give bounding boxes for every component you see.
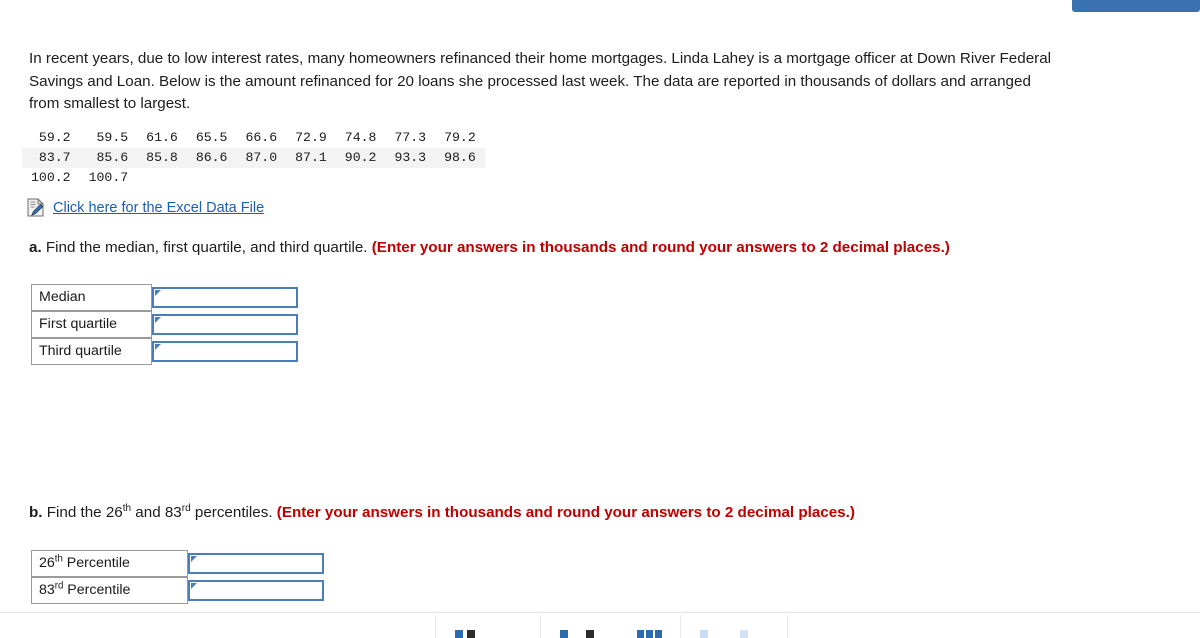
answers-a-body: Median First quartile Third quartile [31,284,298,365]
answers-table-a: Median First quartile Third quartile [31,284,298,365]
excel-data-file-link[interactable]: Click here for the Excel Data File [53,200,264,216]
data-cell [236,168,286,188]
answer-label-median: Median [31,284,152,311]
data-cell: 87.1 [286,148,336,168]
top-right-action-button[interactable] [1072,0,1200,12]
answer-label-first-quartile: First quartile [31,311,152,338]
data-cell: 59.2 [38,130,71,145]
data-values-body: 59.2 59.5 61.6 65.5 66.6 72.9 74.8 77.3 … [22,128,485,188]
percentile-suffix: th [54,553,63,565]
data-cell: 66.6 [245,130,278,145]
data-cell: 59.5 [96,130,129,145]
answer-input-cell-83rd-percentile [188,577,324,604]
question-b-text-2: and 83 [131,504,182,521]
data-cell: 98.6 [435,148,485,168]
answer-input-cell-first-quartile [152,311,298,338]
answer-field-26th-percentile[interactable] [190,555,322,572]
question-a: a. Find the median, first quartile, and … [29,237,950,258]
answer-input-cell-median [152,284,298,311]
percentile-word: Percentile [62,555,130,571]
answer-field-median[interactable] [154,289,296,306]
answer-label-83rd-percentile: 83rd Percentile [31,577,188,604]
data-cell [336,168,386,188]
data-cell: 100.2 [31,170,71,185]
answer-label-26th-percentile: 26th Percentile [31,550,188,577]
question-b: b. Find the 26th and 83rd percentiles. (… [29,502,855,523]
answer-input-cell-26th-percentile [188,550,324,577]
answer-label-third-quartile: Third quartile [31,338,152,365]
data-cell: 74.8 [344,130,377,145]
question-b-label: b. [29,504,43,521]
answer-field-first-quartile[interactable] [154,316,296,333]
question-b-text-1: Find the 26 [42,504,123,521]
question-b-sup-2: rd [181,502,191,514]
data-cell: 61.6 [146,130,178,145]
answers-b-body: 26th Percentile 83rd Percentile [31,550,324,604]
data-cell [286,168,336,188]
data-cell: 85.6 [79,148,138,168]
question-b-text-3: percentiles. [190,504,277,521]
answer-input-median[interactable] [152,287,298,308]
percentile-number: 83 [39,582,55,598]
table-row: 83.7 85.6 85.8 86.6 87.0 87.1 90.2 93.3 … [22,148,485,168]
data-cell: 83.7 [22,148,80,168]
data-cell: 93.3 [385,148,436,168]
data-cell: 72.9 [295,130,327,145]
data-cell: 90.2 [335,148,386,168]
answers-table-b: 26th Percentile 83rd Percentile [31,550,324,604]
table-row: Third quartile [31,338,298,365]
answer-input-cell-third-quartile [152,338,298,365]
percentile-number: 26 [39,555,55,571]
table-row: First quartile [31,311,298,338]
table-row: 59.2 59.5 61.6 65.5 66.6 72.9 74.8 77.3 … [22,128,485,148]
data-cell: 79.2 [444,130,476,145]
data-cell [435,168,485,188]
question-b-note: (Enter your answers in thousands and rou… [276,504,855,521]
answer-field-third-quartile[interactable] [154,343,296,360]
question-b-sup-1: th [122,502,132,514]
table-row: 83rd Percentile [31,577,324,604]
data-values-table: 59.2 59.5 61.6 65.5 66.6 72.9 74.8 77.3 … [22,128,485,188]
table-row: 26th Percentile [31,550,324,577]
data-cell: 65.5 [195,130,228,145]
answer-input-third-quartile[interactable] [152,341,298,362]
toolbar-separator-4 [787,615,788,638]
excel-data-file-row[interactable]: Click here for the Excel Data File [27,198,264,217]
data-cell: 100.7 [88,170,129,185]
excel-file-icon [27,198,44,217]
data-cell: 86.6 [186,148,237,168]
toolbar-separator-2 [540,615,541,638]
question-a-text: Find the median, first quartile, and thi… [41,239,372,256]
table-row: 100.2 100.7 [22,168,485,188]
data-cell [187,168,237,188]
answer-input-83rd-percentile[interactable] [188,580,324,601]
toolbar-separator-3 [680,615,681,638]
question-a-note: (Enter your answers in thousands and rou… [371,239,950,256]
data-cell [137,168,187,188]
table-row: Median [31,284,298,311]
problem-statement: In recent years, due to low interest rat… [29,50,1052,112]
question-a-label: a. [29,239,42,256]
toolbar-separator-1 [435,615,436,638]
answer-field-83rd-percentile[interactable] [190,582,322,599]
data-cell: 87.0 [236,148,287,168]
data-cell [385,168,435,188]
answer-input-26th-percentile[interactable] [188,553,324,574]
percentile-word: Percentile [63,582,131,598]
data-cell: 85.8 [137,148,187,168]
data-cell: 77.3 [394,130,427,145]
bottom-toolbar [0,612,1200,638]
answer-input-first-quartile[interactable] [152,314,298,335]
